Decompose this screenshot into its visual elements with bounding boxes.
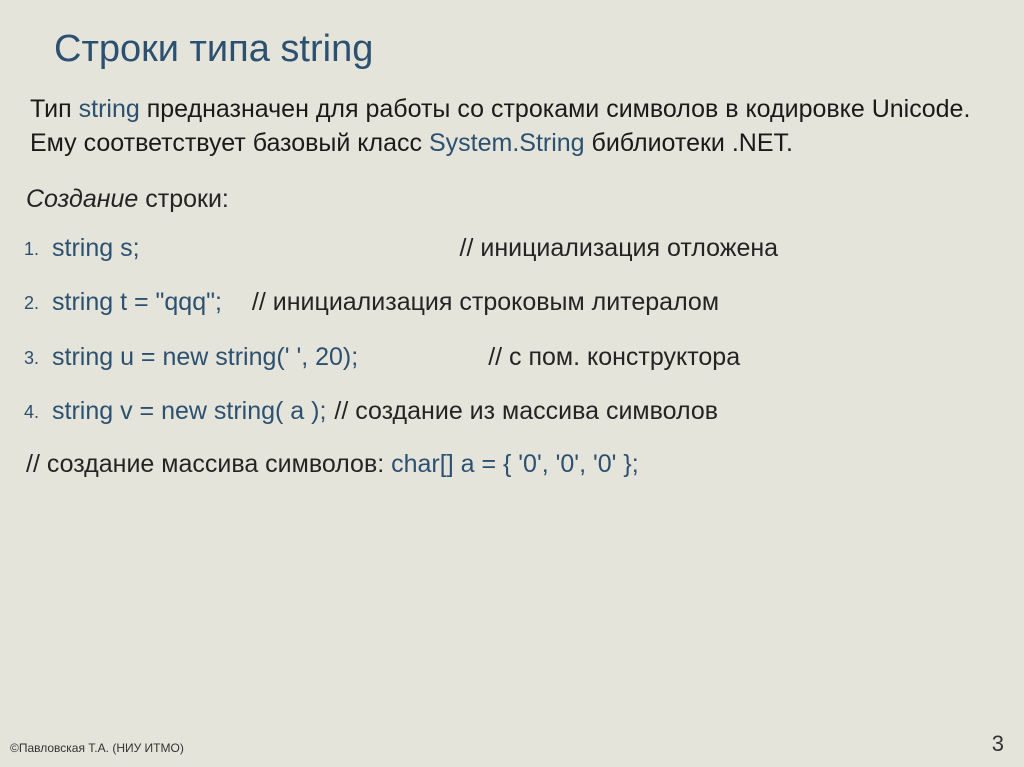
list-item: string s; // инициализация отложена: [24, 232, 1000, 265]
footer-copyright: ©Павловская Т.А. (НИУ ИТМО): [10, 741, 184, 755]
code-comment: // создание из массива символов: [334, 397, 718, 425]
list-item: string v = new string( a ); // создание и…: [24, 395, 1000, 428]
code-list: string s; // инициализация отложена strin…: [24, 232, 1000, 428]
code-comment: // с пом. конструктора: [488, 343, 740, 371]
keyword-string: string: [79, 95, 140, 123]
slide: Строки типа string Тип string предназнач…: [0, 0, 1024, 479]
sub-header: Создание строки:: [26, 185, 1000, 214]
code-text: string v = new string( a );: [52, 397, 326, 425]
sub-italic: Создание: [26, 185, 138, 213]
intro-paragraph: Тип string предназначен для работы со ст…: [30, 93, 1000, 161]
intro-text-1: Тип: [30, 95, 79, 123]
code-text: string s;: [52, 234, 140, 262]
after-prefix: // создание массива символов:: [26, 450, 391, 478]
after-code: char[] a = { '0', '0', '0' };: [391, 450, 639, 478]
list-item: string u = new string(' ', 20); // с пом.…: [24, 341, 1000, 374]
intro-text-3: библиотеки .NET.: [585, 129, 793, 157]
code-text: string t = "qqq";: [52, 288, 222, 316]
code-text: string u = new string(' ', 20);: [52, 343, 358, 371]
list-item: string t = "qqq"; // инициализация строко…: [24, 286, 1000, 319]
code-comment: // инициализация строковым литералом: [252, 288, 719, 316]
page-number: 3: [992, 731, 1004, 757]
keyword-system-string: System.String: [429, 129, 585, 157]
slide-title: Строки типа string: [54, 28, 1000, 71]
after-list-line: // создание массива символов: char[] a =…: [26, 450, 1000, 479]
sub-plain: строки:: [138, 185, 229, 213]
code-comment: // инициализация отложена: [460, 234, 779, 262]
